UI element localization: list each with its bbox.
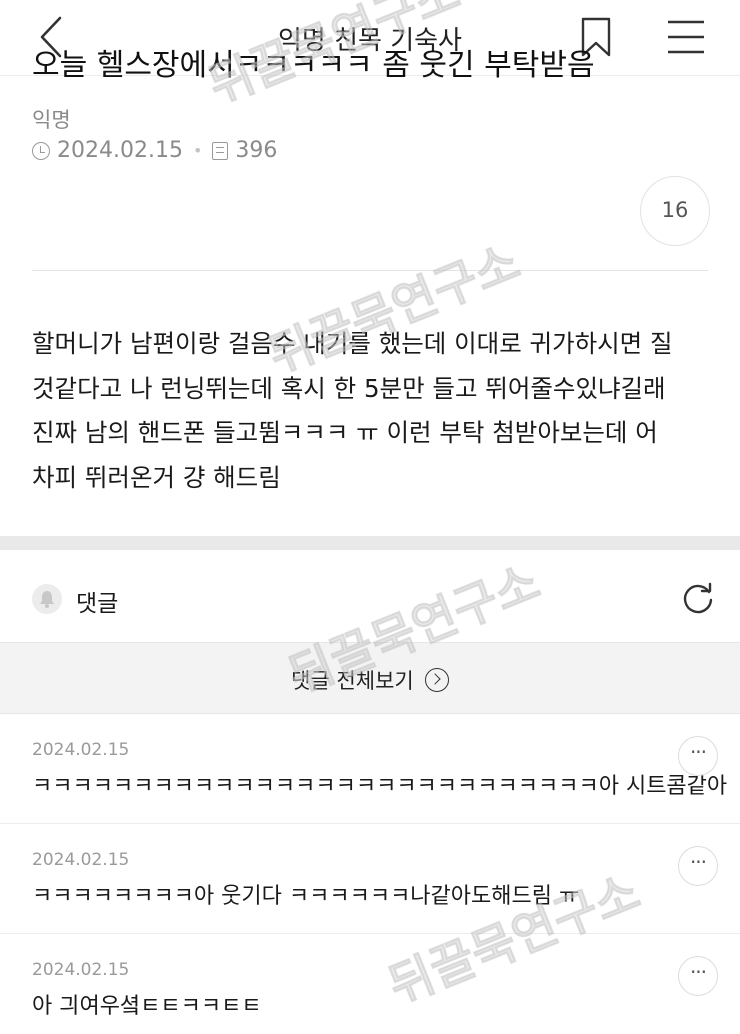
comment-item: 2024.02.15 아 긔여우셬ㅌㅌㅋㅋㅌㅌ ··· — [0, 934, 740, 1034]
comment-date: 2024.02.15 — [32, 960, 130, 980]
post-title: 오늘 헬스장에서ㅋㅋㅋㅋㅋ 좀 웃긴 부탁받음 — [32, 48, 595, 83]
view-all-label: 댓글 전체보기 — [291, 669, 414, 693]
more-options-icon[interactable]: ··· — [678, 846, 718, 886]
post-body-line: 할머니가 남편이랑 걸음수 내기를 했는데 이대로 귀가하시면 질 — [32, 329, 673, 358]
refresh-icon[interactable] — [680, 582, 716, 618]
comment-item: 2024.02.15 ㅋㅋㅋㅋㅋㅋㅋㅋ아 웃기다 ㅋㅋㅋㅋㅋㅋ나같아도해드림 ㅠ… — [0, 824, 740, 934]
meta-separator: • — [192, 141, 203, 160]
views-icon — [212, 141, 229, 160]
comment-item: 2024.02.15 ㅋㅋㅋㅋㅋㅋㅋㅋㅋㅋㅋㅋㅋㅋㅋㅋㅋㅋㅋㅋㅋㅋㅋㅋㅋㅋㅋㅋ아… — [0, 714, 740, 824]
comment-text: ㅋㅋㅋㅋㅋㅋㅋㅋㅋㅋㅋㅋㅋㅋㅋㅋㅋㅋㅋㅋㅋㅋㅋㅋㅋㅋㅋㅋ아 시트콤같아 — [32, 774, 728, 799]
comment-date: 2024.02.15 — [32, 740, 130, 760]
post-body-line: 차피 뛰러온거 걍 해드림 — [32, 462, 281, 492]
post-body-line: 것같다고 나 런닝뛰는데 혹시 한 5분만 들고 뛰어줄수있냐길래 — [32, 373, 666, 403]
comment-count-badge[interactable]: 16 — [640, 176, 710, 246]
comment-section-label: 댓글 — [76, 591, 119, 617]
post-meta: 2024.02.15 • 396 — [32, 138, 277, 163]
post-date: 2024.02.15 — [57, 138, 183, 163]
hamburger-menu-icon[interactable] — [666, 18, 706, 56]
comment-header: 댓글 — [0, 550, 740, 642]
section-divider — [0, 536, 740, 550]
more-options-icon[interactable]: ··· — [678, 956, 718, 996]
clock-icon — [32, 141, 50, 160]
bell-icon[interactable] — [32, 584, 62, 614]
header-divider — [32, 270, 708, 271]
more-options-icon[interactable]: ··· — [678, 736, 718, 776]
post-body-line: 진짜 남의 핸드폰 들고뜀ㅋㅋㅋ ㅠ 이런 부탁 첨받아보는데 어 — [32, 418, 658, 447]
comment-text: 아 긔여우셬ㅌㅌㅋㅋㅌㅌ — [32, 994, 262, 1019]
post-body: 할머니가 남편이랑 걸음수 내기를 했는데 이대로 귀가하시면 질 것같다고 나… — [32, 322, 712, 500]
post-author: 익명 — [32, 108, 71, 132]
view-all-comments-button[interactable]: 댓글 전체보기 — [0, 642, 740, 714]
chevron-right-circle-icon — [424, 668, 449, 692]
comment-text: ㅋㅋㅋㅋㅋㅋㅋㅋ아 웃기다 ㅋㅋㅋㅋㅋㅋ나같아도해드림 ㅠ — [32, 884, 580, 909]
post-views: 396 — [235, 138, 278, 163]
comment-date: 2024.02.15 — [32, 850, 130, 870]
